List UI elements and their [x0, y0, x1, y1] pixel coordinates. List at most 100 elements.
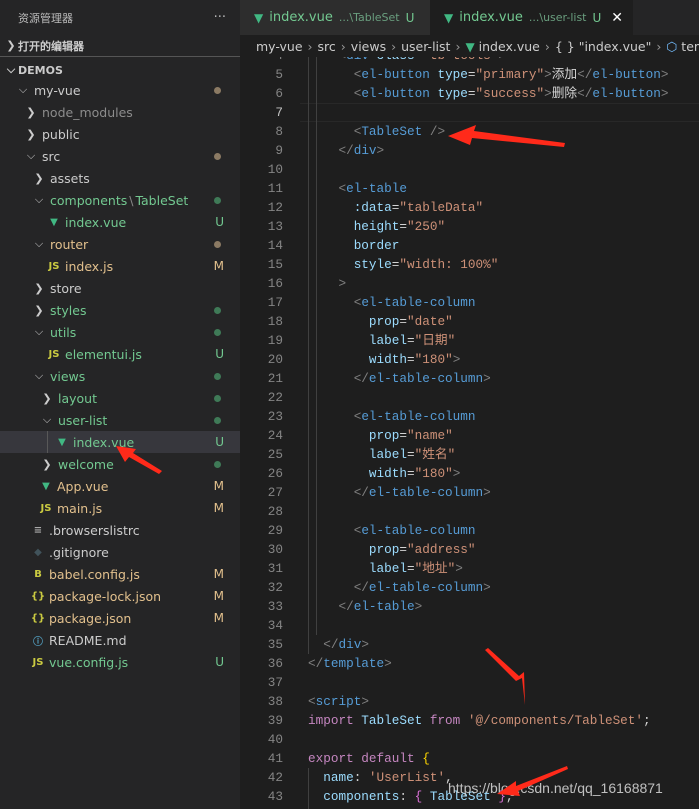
code-token: > [414, 599, 423, 614]
code-token: 添加 [551, 67, 578, 82]
line-number: 24 [267, 428, 283, 443]
tree-file[interactable]: {} package.json M [0, 607, 240, 629]
tree-folder[interactable]: ⌵ src [0, 145, 240, 167]
js-icon: JS [48, 348, 60, 360]
git-status-badge: U [215, 435, 224, 449]
tree-file[interactable]: ◆ .gitignore [0, 541, 240, 563]
tree-file[interactable]: ▼ index.vue U [0, 211, 240, 233]
tree-folder[interactable]: ⌵ router [0, 233, 240, 255]
tree-folder[interactable]: ⌵ views [0, 365, 240, 387]
line-number: 17 [267, 295, 283, 310]
code-token: template [323, 656, 385, 671]
js-icon: JS [40, 502, 52, 514]
breadcrumb-item[interactable]: user-list [401, 39, 450, 54]
tree-file[interactable]: ≡ .browserslistrc [0, 519, 240, 541]
tree-folder[interactable]: ❯ welcome [0, 453, 240, 475]
tree-item-label: .gitignore [49, 544, 109, 560]
line-number: 37 [267, 675, 283, 690]
chevron-right-icon: ❯ [26, 105, 36, 119]
code-editor[interactable]: 4 <div class="tb-tools">5 <el-button typ… [240, 57, 699, 809]
tree-folder[interactable]: ❯ styles [0, 299, 240, 321]
current-line-highlight [300, 103, 699, 122]
code-token: "日期" [414, 333, 456, 348]
tree-item-label: package.json [49, 610, 132, 626]
breadcrumb-item[interactable]: src [318, 39, 336, 54]
path-separator: \ [129, 192, 134, 208]
breadcrumb-item[interactable]: ▼ index.vue [465, 39, 539, 54]
code-token: </ [353, 580, 369, 595]
tree-folder[interactable]: ❯ public [0, 123, 240, 145]
chevron-down-icon: ⌵ [34, 237, 44, 250]
tree-item-label: index.vue [73, 434, 135, 450]
line-number: 41 [267, 751, 283, 766]
tree-file[interactable]: JS vue.config.js U [0, 651, 240, 673]
tree-folder[interactable]: ❯ store [0, 277, 240, 299]
tree-item-label: .browserslistrc [49, 522, 140, 538]
git-status-dot [214, 372, 221, 380]
chevron-right-icon: ❯ [42, 457, 52, 471]
workspace-section[interactable]: ⌵ DEMOS [0, 59, 240, 81]
chevron-right-icon: › [455, 38, 461, 54]
open-editors-section[interactable]: ❯ 打开的编辑器 [0, 35, 240, 57]
tree-item-label: layout [58, 390, 98, 406]
code-token: el-table-column [368, 580, 484, 595]
breadcrumb-item[interactable]: my-vue [256, 39, 303, 54]
tree-folder[interactable]: ⌵ my-vue [0, 79, 240, 101]
tree-item-label: components [50, 192, 128, 208]
tree-file[interactable]: {} package-lock.json M [0, 585, 240, 607]
git-status-dot [214, 416, 221, 424]
tree-file[interactable]: JS main.js M [0, 497, 240, 519]
breadcrumb-item[interactable]: { } "index.vue" [555, 39, 652, 54]
code-token: { [422, 751, 430, 766]
line-number: 20 [267, 352, 283, 367]
line-number: 42 [267, 770, 283, 785]
line-number: 21 [267, 371, 283, 386]
code-token: < [338, 181, 347, 196]
code-token: "250" [407, 219, 446, 234]
breadcrumb-item[interactable]: ⬡ templ [666, 39, 699, 54]
tree-file[interactable]: ▼ App.vue M [0, 475, 240, 497]
code-token: TableSet [353, 713, 430, 728]
code-token: TableSet [361, 124, 423, 139]
tree-item-label: App.vue [57, 478, 109, 494]
tree-item-label: utils [50, 324, 77, 340]
code-token: ; [643, 713, 651, 728]
git-status-dot [214, 86, 221, 94]
tree-file[interactable]: Bbabel.config.js M [0, 563, 240, 585]
chevron-right-icon: › [340, 38, 346, 54]
tree-folder[interactable]: ❯ layout [0, 387, 240, 409]
tree-file[interactable]: JS elementui.js U [0, 343, 240, 365]
line-number: 9 [275, 143, 283, 158]
tree-folder[interactable]: ⌵ user-list [0, 409, 240, 431]
tree-folder[interactable]: ❯ node_modules [0, 101, 240, 123]
tree-folder[interactable]: ⌵ components \ TableSet [0, 189, 240, 211]
tree-folder[interactable]: ⌵ utils [0, 321, 240, 343]
git-status-dot [214, 152, 221, 160]
close-tab-button[interactable]: ✕ [611, 10, 623, 26]
line-number: 14 [267, 238, 283, 253]
code-token: = [467, 86, 476, 101]
breadcrumb-item[interactable]: views [351, 39, 386, 54]
tree-item-label: vue.config.js [49, 654, 129, 670]
tab-inactive[interactable]: ▼ index.vue ...\TableSet U [240, 0, 430, 35]
more-actions-button[interactable]: ··· [214, 10, 226, 25]
tree-file[interactable]: ▼ index.vue U [0, 431, 240, 453]
tab-active[interactable]: ▼ index.vue ...\user-list U ✕ [430, 0, 634, 35]
code-token: width [368, 466, 407, 481]
breadcrumb-label: views [350, 38, 387, 54]
symbol-icon: ⬡ [666, 38, 678, 54]
code-line: <el-table-column [308, 407, 476, 426]
editor-area: ▼ index.vue ...\TableSet U ▼ index.vue ...\use… [240, 0, 699, 809]
line-number: 11 [267, 181, 283, 196]
code-token: </ [577, 67, 593, 82]
tree-file[interactable]: ⓘ README.md [0, 629, 240, 651]
tree-folder[interactable]: ❯ assets [0, 167, 240, 189]
code-token: > [338, 276, 347, 291]
tree-file[interactable]: JS index.js M [0, 255, 240, 277]
